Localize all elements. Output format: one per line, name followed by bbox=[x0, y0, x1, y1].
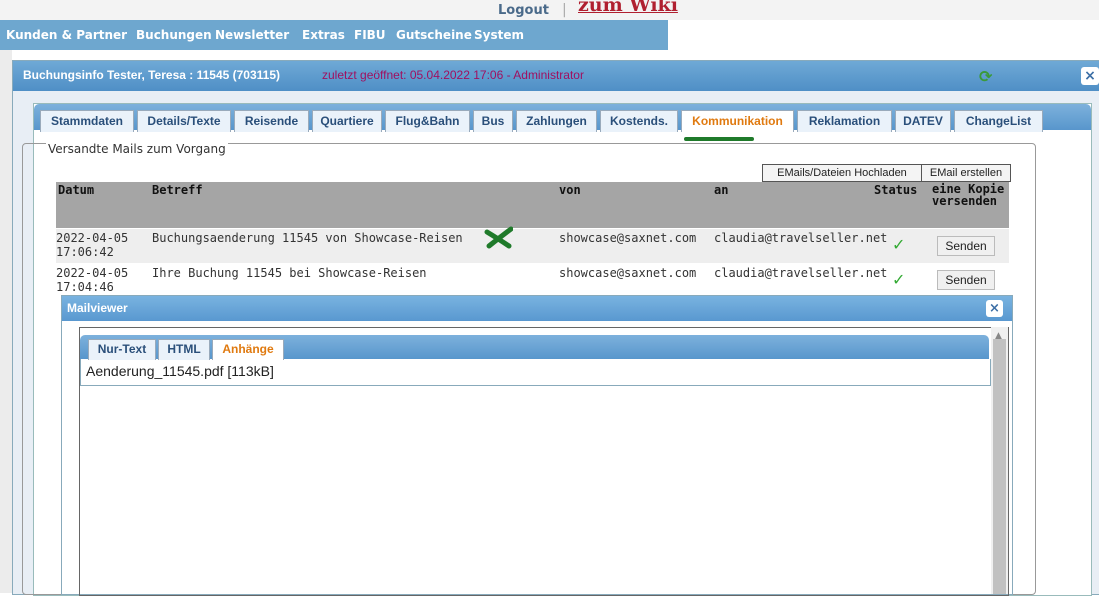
background-page bbox=[0, 50, 12, 593]
nav-newsletter[interactable]: Newsletter bbox=[215, 28, 289, 42]
col-datum[interactable]: Datum bbox=[58, 183, 94, 197]
tab-html[interactable]: HTML bbox=[158, 339, 210, 360]
table-row[interactable]: 2022-04-05 17:04:46 Ihre Buchung 11545 b… bbox=[56, 264, 1009, 298]
col-betreff[interactable]: Betreff bbox=[152, 183, 203, 197]
row-betreff: Ihre Buchung 11545 bei Showcase-Reisen bbox=[152, 266, 427, 280]
tab-anhaenge[interactable]: Anhänge bbox=[212, 339, 284, 360]
tab-details-texte[interactable]: Details/Texte bbox=[137, 110, 231, 132]
main-nav: Kunden & Partner Buchungen Newsletter Ex… bbox=[0, 20, 668, 50]
col-an[interactable]: an bbox=[714, 183, 728, 197]
dialog-subtitle: zuletzt geöffnet: 05.04.2022 17:06 - Adm… bbox=[322, 68, 584, 82]
dialog-title: Buchungsinfo Tester, Teresa : 11545 (703… bbox=[23, 68, 281, 82]
nav-buchungen[interactable]: Buchungen bbox=[136, 28, 212, 42]
annotation-x-mark bbox=[484, 226, 513, 249]
row-an: claudia@travelseller.net bbox=[714, 266, 888, 280]
row-von: showcase@saxnet.com bbox=[559, 266, 697, 280]
upload-emails-button[interactable]: EMails/Dateien Hochladen bbox=[762, 164, 922, 182]
tab-reklamation[interactable]: Reklamation bbox=[797, 110, 892, 132]
status-check-icon: ✓ bbox=[892, 235, 906, 254]
table-row[interactable]: 2022-04-05 17:06:42 Buchungsaenderung 11… bbox=[56, 229, 1009, 263]
close-icon[interactable]: × bbox=[986, 300, 1003, 317]
mailviewer-titlebar[interactable]: Mailviewer × bbox=[62, 296, 1012, 321]
col-von[interactable]: von bbox=[559, 183, 581, 197]
col-kopie: eine Kopie versenden bbox=[932, 182, 1005, 208]
row-datum: 2022-04-05 17:04:46 bbox=[56, 266, 129, 294]
tab-datev[interactable]: DATEV bbox=[895, 110, 951, 132]
scrollbar-thumb[interactable] bbox=[993, 339, 1006, 594]
nav-extras[interactable]: Extras bbox=[302, 28, 345, 42]
tab-stammdaten[interactable]: Stammdaten bbox=[40, 110, 134, 132]
tab-bus[interactable]: Bus bbox=[473, 110, 513, 132]
row-betreff: Buchungsaenderung 11545 von Showcase-Rei… bbox=[152, 231, 463, 245]
row-von: showcase@saxnet.com bbox=[559, 231, 697, 245]
tab-zahlungen[interactable]: Zahlungen bbox=[516, 110, 597, 132]
separator: | bbox=[562, 2, 567, 18]
close-icon[interactable]: × bbox=[1081, 67, 1099, 85]
logout-link[interactable]: Logout bbox=[498, 3, 549, 18]
tab-changelist[interactable]: ChangeList bbox=[954, 110, 1043, 132]
active-tab-marker bbox=[684, 137, 754, 141]
send-copy-button[interactable]: Senden bbox=[937, 270, 995, 290]
wiki-link[interactable]: zum Wiki bbox=[578, 0, 678, 16]
tab-reisende[interactable]: Reisende bbox=[234, 110, 309, 132]
nav-gutscheine[interactable]: Gutscheine bbox=[396, 28, 472, 42]
scrollbar[interactable]: ▲ bbox=[991, 327, 1008, 594]
mails-table-header: Datum Betreff von an Status eine Kopie v… bbox=[56, 182, 1009, 228]
row-datum: 2022-04-05 17:06:42 bbox=[56, 231, 129, 259]
nav-kunden-partner[interactable]: Kunden & Partner bbox=[6, 28, 127, 42]
status-check-icon: ✓ bbox=[892, 270, 906, 289]
mails-legend: Versandte Mails zum Vorgang bbox=[46, 142, 228, 156]
tab-nur-text[interactable]: Nur-Text bbox=[88, 339, 156, 360]
attachment-link[interactable]: Aenderung_11545.pdf [113kB] bbox=[86, 363, 274, 379]
nav-fibu[interactable]: FIBU bbox=[354, 28, 386, 42]
dialog-titlebar[interactable]: Buchungsinfo Tester, Teresa : 11545 (703… bbox=[13, 61, 1099, 91]
create-email-button[interactable]: EMail erstellen bbox=[921, 164, 1011, 182]
tab-kommunikation[interactable]: Kommunikation bbox=[681, 110, 794, 132]
top-bar bbox=[0, 0, 1099, 20]
tab-flug-bahn[interactable]: Flug&Bahn bbox=[385, 110, 470, 132]
mailviewer-title: Mailviewer bbox=[67, 301, 128, 315]
tab-kostends[interactable]: Kostends. bbox=[600, 110, 678, 132]
send-copy-button[interactable]: Senden bbox=[937, 236, 995, 256]
row-an: claudia@travelseller.net bbox=[714, 231, 888, 245]
refresh-icon[interactable]: ⟳ bbox=[979, 67, 992, 86]
tab-quartiere[interactable]: Quartiere bbox=[312, 110, 382, 132]
col-status[interactable]: Status bbox=[874, 183, 917, 197]
nav-system[interactable]: System bbox=[474, 28, 524, 42]
